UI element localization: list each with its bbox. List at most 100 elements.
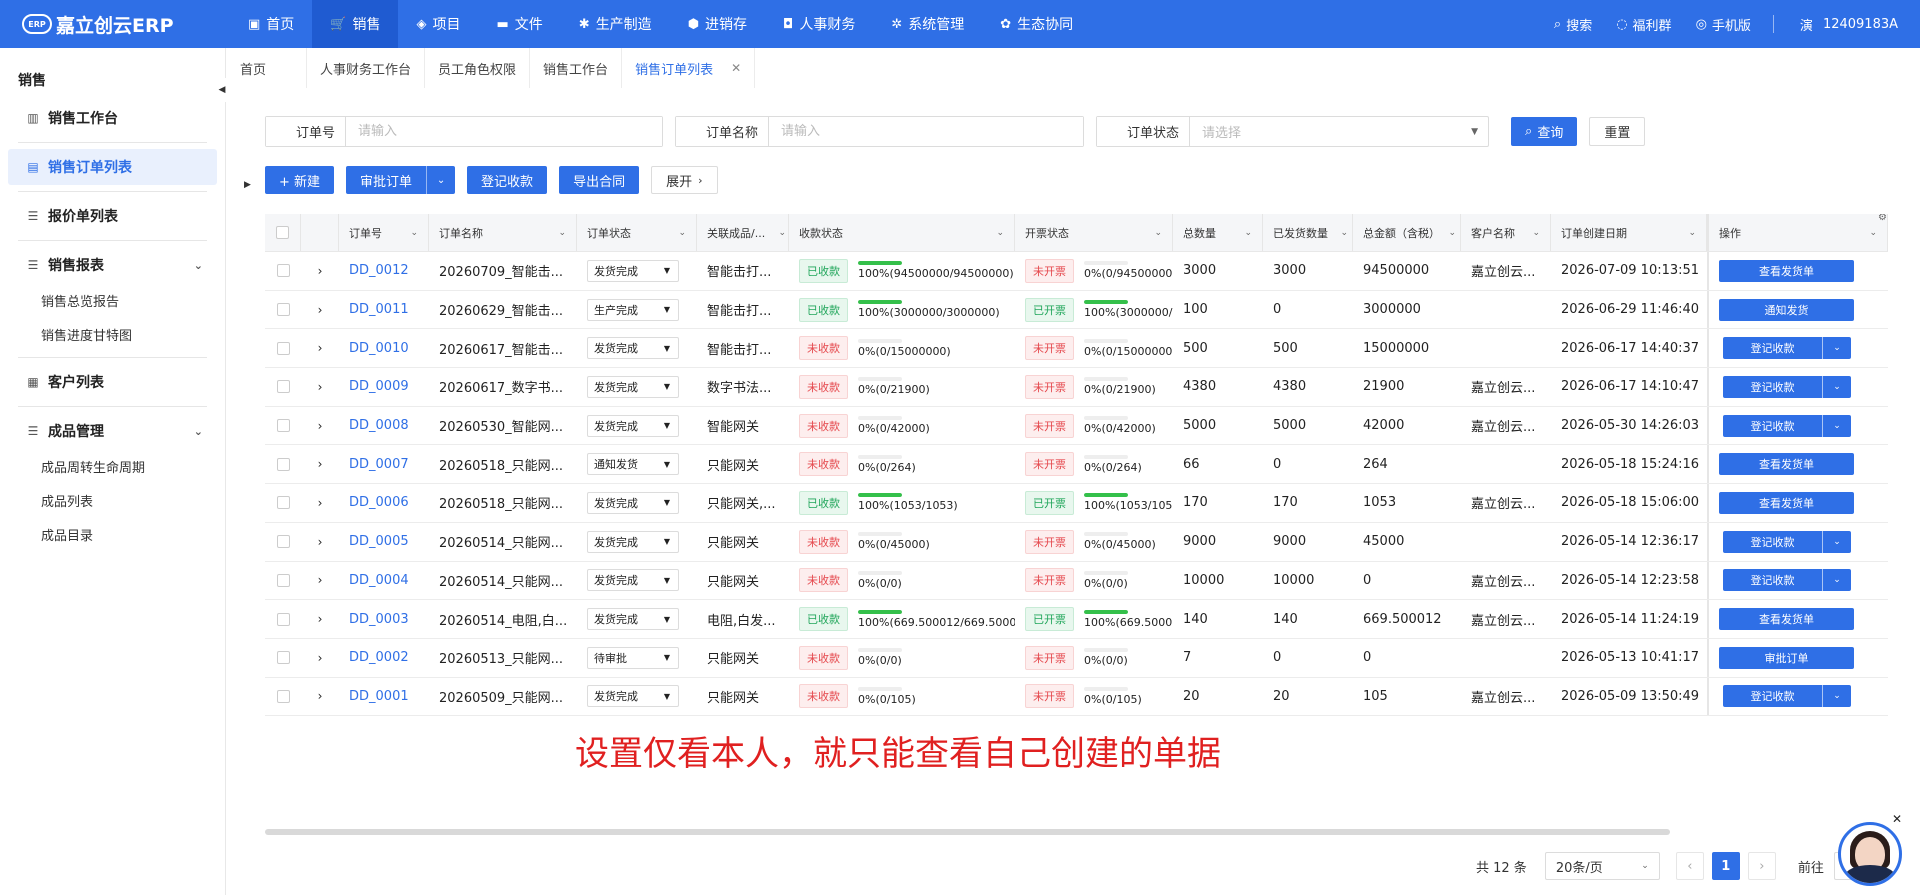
order-no-link[interactable]: DD_0007 [339, 445, 429, 483]
select-all-checkbox[interactable] [265, 214, 301, 251]
nav-item-8[interactable]: ✿ 生态协同 [982, 0, 1091, 48]
caret-down-icon[interactable]: ⌄ [1340, 228, 1348, 238]
order-status-select[interactable]: 发货完成 ▼ [587, 259, 679, 282]
order-no-link[interactable]: DD_0001 [339, 678, 429, 716]
table-row[interactable]: › DD_0003 20260514_电阻,白... 发货完成 ▼ 电阻,白发..… [265, 600, 1888, 639]
row-action-button[interactable]: 登记收款 [1723, 530, 1823, 553]
nav-item-2[interactable]: ◈ 项目 [398, 0, 478, 48]
order-status-select[interactable]: 发货完成 ▼ [587, 685, 679, 708]
row-checkbox-cell[interactable] [265, 639, 301, 677]
new-order-button[interactable]: + 新建 [265, 166, 335, 194]
horizontal-scrollbar[interactable] [265, 829, 1670, 835]
table-row[interactable]: › DD_0012 20260709_智能击... 发货完成 ▼ 智能击打... … [265, 252, 1888, 291]
row-action-button[interactable]: 登记收款 [1723, 685, 1823, 708]
caret-down-icon[interactable]: ⌄ [558, 228, 566, 238]
order-status-select[interactable]: 发货完成 ▼ [587, 491, 679, 514]
table-row[interactable]: › DD_0009 20260617_数字书... 发货完成 ▼ 数字书法... … [265, 368, 1888, 407]
caret-down-icon[interactable]: ⌄ [778, 228, 786, 238]
order-name-input[interactable] [769, 117, 1084, 146]
row-action-button[interactable]: 审批订单 [1719, 646, 1854, 669]
table-row[interactable]: › DD_0004 20260514_只能网... 发货完成 ▼ 只能网关 未收款… [265, 561, 1888, 601]
column-header-order-no[interactable]: 订单号 ⌄ [339, 214, 429, 251]
order-status-select[interactable]: 发货完成 ▼ [587, 375, 679, 398]
nav-item-4[interactable]: ✱ 生产制造 [561, 0, 670, 48]
table-row[interactable]: › DD_0005 20260514_只能网... 发货完成 ▼ 只能网关 未收款… [265, 522, 1888, 562]
customer-service-avatar[interactable] [1838, 822, 1902, 886]
checkbox[interactable] [276, 612, 290, 626]
expand-row-icon[interactable]: › [301, 252, 339, 290]
checkbox[interactable] [276, 303, 290, 317]
row-action-button[interactable]: 登记收款 [1723, 337, 1823, 360]
chevron-down-icon[interactable]: ⌄ [1823, 569, 1851, 592]
sidebar-sub-sales-overview[interactable]: 销售总览报告 [0, 283, 225, 317]
caret-down-icon[interactable]: ⌄ [1244, 228, 1252, 238]
caret-down-icon[interactable]: ⌄ [1688, 228, 1696, 238]
nav-item-1[interactable]: 🛒 销售 [312, 0, 399, 48]
order-status-select[interactable]: 发货完成 ▼ [587, 569, 679, 592]
table-row[interactable]: › DD_0007 20260518_只能网... 通知发货 ▼ 只能网关 未收款… [265, 445, 1888, 485]
order-status-select[interactable]: 通知发货 ▼ [587, 453, 679, 476]
order-status-select[interactable]: 生产完成 ▼ [587, 298, 679, 321]
tab-sales-workbench[interactable]: 销售工作台 [530, 48, 623, 88]
expand-button[interactable]: 展开 › [651, 166, 718, 194]
row-action-button[interactable]: 登记收款 [1723, 569, 1823, 592]
caret-down-icon[interactable]: ⌄ [1532, 228, 1540, 238]
chevron-down-icon[interactable]: ⌄ [427, 166, 455, 194]
sidebar-sub-product-catalog[interactable]: 成品目录 [0, 517, 225, 551]
row-checkbox-cell[interactable] [265, 562, 301, 600]
row-checkbox-cell[interactable] [265, 678, 301, 716]
checkbox[interactable] [276, 264, 290, 278]
table-row[interactable]: › DD_0008 20260530_智能网... 发货完成 ▼ 智能网关 未收款… [265, 406, 1888, 446]
app-logo[interactable]: ERP 嘉立创云ERP [0, 0, 220, 48]
checkbox[interactable] [276, 380, 290, 394]
column-header-total-amount[interactable]: 总金额（含税） ⌄ [1353, 214, 1461, 251]
column-header-order-status[interactable]: 订单状态 ⌄ [577, 214, 697, 251]
checkbox[interactable] [276, 226, 289, 239]
column-header-order-name[interactable]: 订单名称 ⌄ [429, 214, 577, 251]
chevron-down-icon[interactable]: ⌄ [1823, 375, 1851, 398]
order-no-link[interactable]: DD_0009 [339, 368, 429, 406]
reset-button[interactable]: 重置 [1589, 117, 1646, 146]
next-page-button[interactable]: › [1747, 852, 1776, 880]
order-no-link[interactable]: DD_0008 [339, 407, 429, 445]
order-no-link[interactable]: DD_0011 [339, 291, 429, 329]
order-status-select[interactable]: 发货完成 ▼ [587, 414, 679, 437]
sidebar-item-sales-orders[interactable]: ▤ 销售订单列表 [8, 149, 217, 185]
tab-sales-orders[interactable]: 销售订单列表 ✕ [622, 48, 756, 88]
nav-item-3[interactable]: ▬ 文件 [478, 0, 560, 48]
page-number-button[interactable]: 1 [1711, 852, 1740, 880]
expand-row-icon[interactable]: › [301, 484, 339, 522]
caret-down-icon[interactable]: ⌄ [1448, 228, 1456, 238]
nav-item-6[interactable]: ◘ 人事财务 [765, 0, 873, 48]
row-checkbox-cell[interactable] [265, 368, 301, 406]
table-row[interactable]: › DD_0001 20260509_只能网... 发货完成 ▼ 只能网关 未收款… [265, 677, 1888, 717]
order-status-select[interactable]: 发货完成 ▼ [587, 337, 679, 360]
mobile-version-button[interactable]: ◎ 手机版 [1696, 15, 1751, 34]
checkbox[interactable] [276, 689, 290, 703]
row-checkbox-cell[interactable] [265, 523, 301, 561]
sidebar-collapse-handle[interactable]: ◀ [216, 78, 228, 102]
order-status-select[interactable]: 请选择 ▼ [1190, 117, 1488, 146]
order-no-link[interactable]: DD_0012 [339, 252, 429, 290]
caret-down-icon[interactable]: ⌄ [1154, 228, 1162, 238]
order-status-select[interactable]: 待审批 ▼ [587, 646, 679, 669]
row-action-button[interactable]: 通知发货 [1719, 298, 1854, 321]
export-contract-button[interactable]: 导出合同 [559, 166, 640, 194]
caret-down-icon[interactable]: ⌄ [678, 228, 686, 238]
table-row[interactable]: › DD_0006 20260518_只能网... 发货完成 ▼ 只能网关,...… [265, 484, 1888, 523]
checkbox[interactable] [276, 573, 290, 587]
tab-employee-roles[interactable]: 员工角色权限 [425, 48, 531, 88]
caret-down-icon[interactable]: ⌄ [996, 228, 1004, 238]
row-action-button[interactable]: 查看发货单 [1719, 453, 1854, 476]
checkbox[interactable] [276, 341, 290, 355]
close-icon[interactable]: ✕ [731, 61, 741, 75]
order-no-link[interactable]: DD_0005 [339, 523, 429, 561]
user-menu[interactable]: 演 12409183A [1800, 15, 1898, 34]
order-no-link[interactable]: DD_0010 [339, 329, 429, 367]
expand-row-icon[interactable]: › [301, 368, 339, 406]
chevron-down-icon[interactable]: ⌄ [1823, 414, 1851, 437]
settings-icon[interactable]: ⚙ [1878, 214, 1887, 223]
column-header-customer[interactable]: 客户名称 ⌄ [1461, 214, 1551, 251]
row-checkbox-cell[interactable] [265, 252, 301, 290]
expand-row-icon[interactable]: › [301, 600, 339, 638]
